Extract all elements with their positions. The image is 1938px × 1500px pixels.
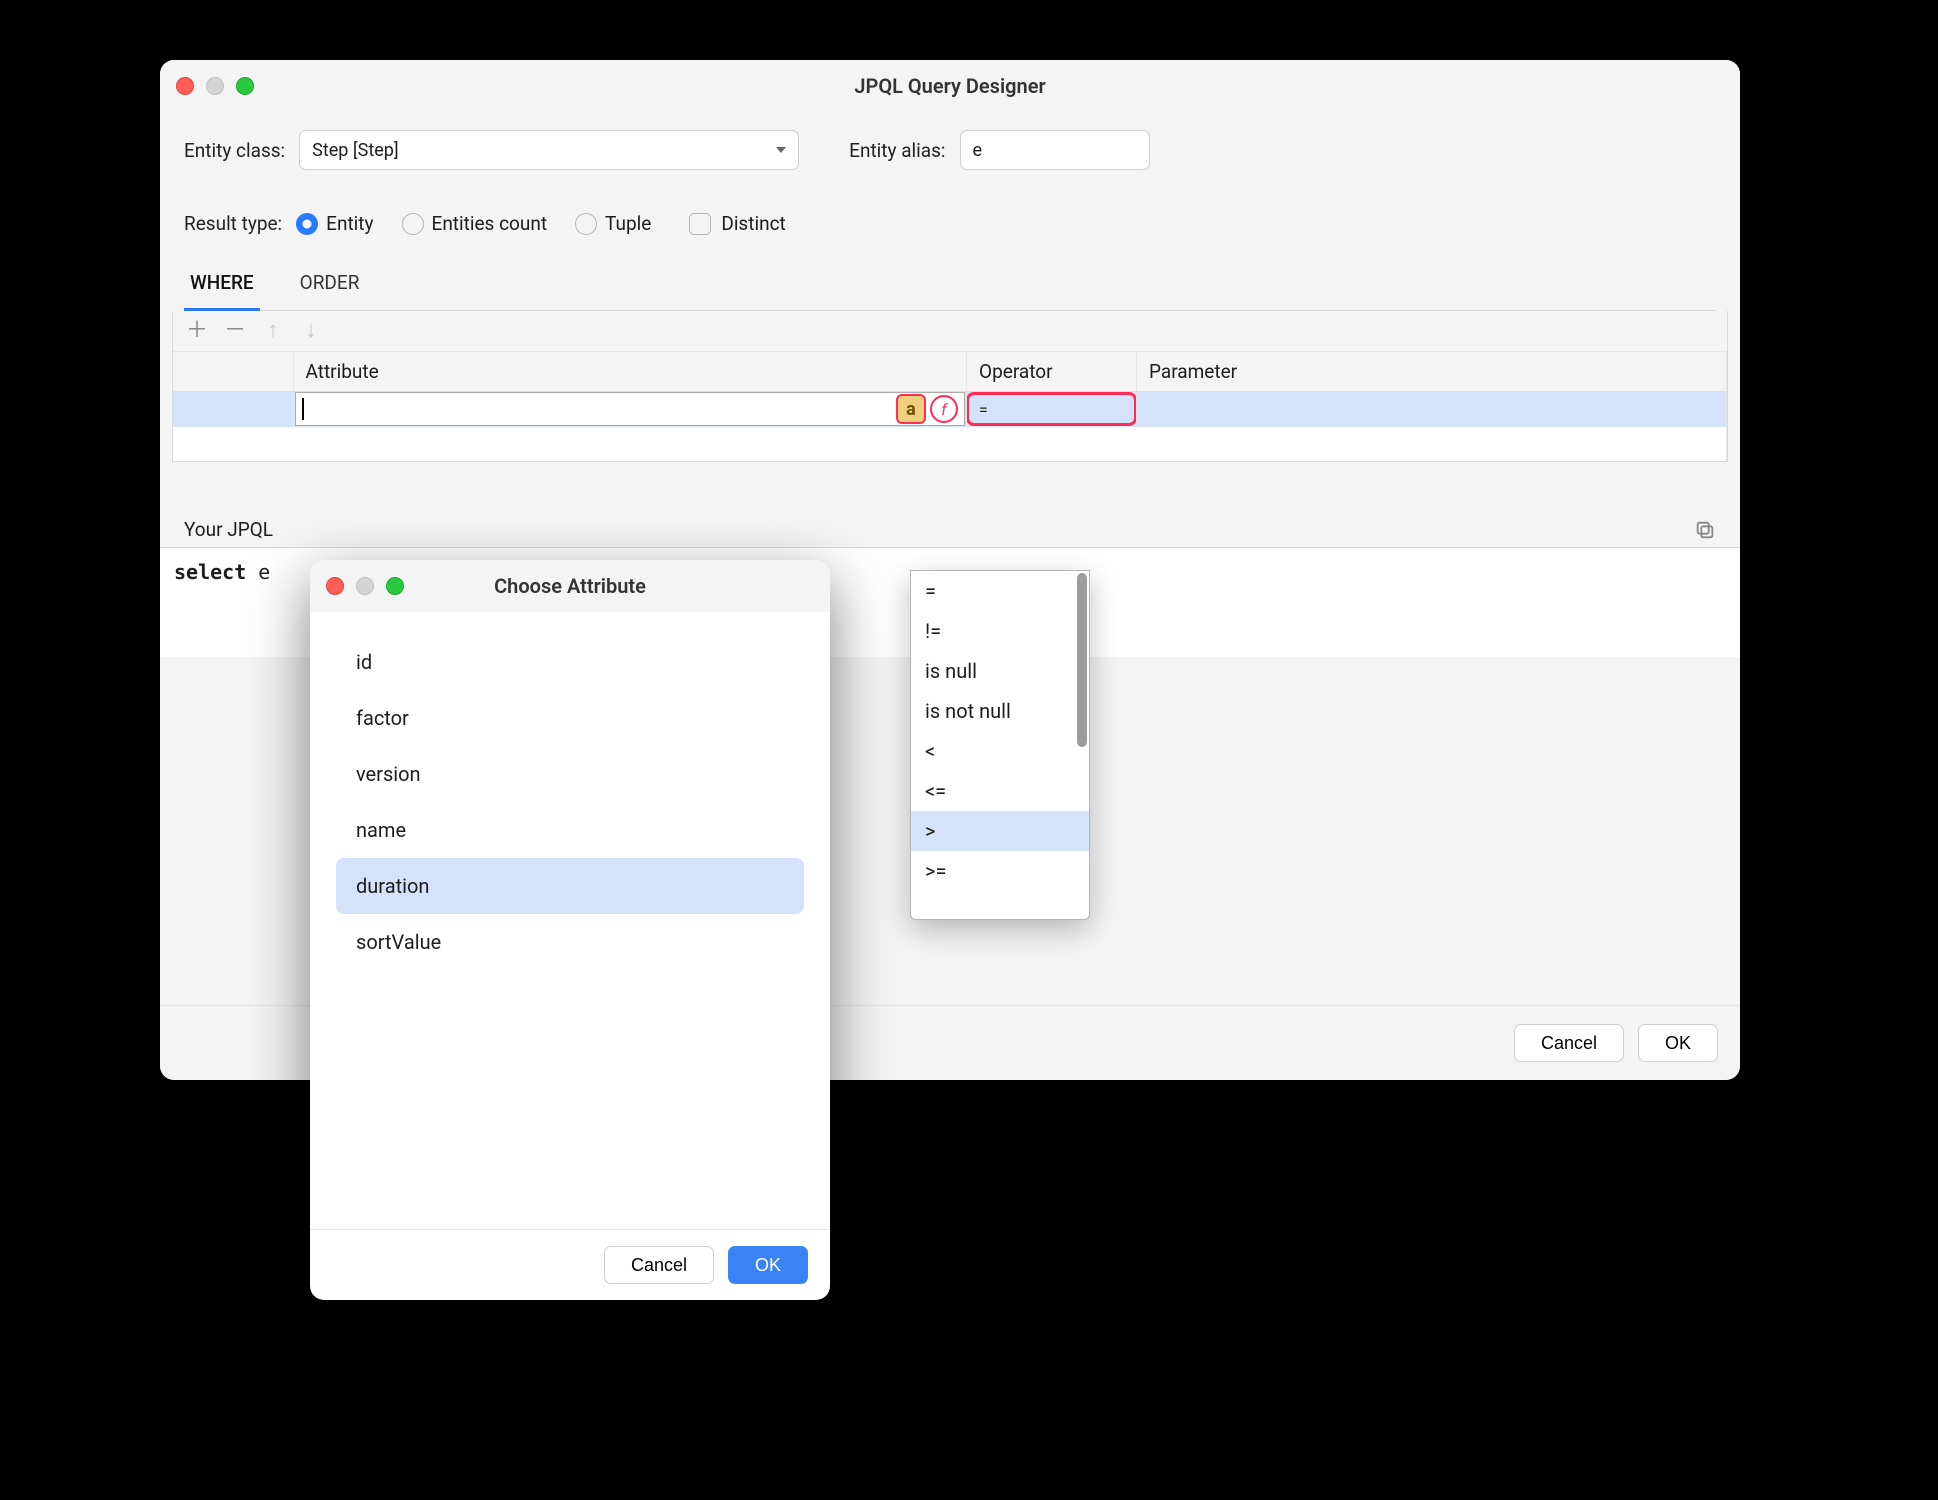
modal-zoom-button[interactable] xyxy=(386,577,404,595)
operator-value: = xyxy=(979,400,988,419)
operator-item[interactable]: = xyxy=(911,571,1089,611)
attribute-item[interactable]: id xyxy=(336,634,804,690)
radio-dot-icon xyxy=(575,213,597,235)
ok-button[interactable]: OK xyxy=(1638,1024,1718,1062)
operator-item[interactable]: < xyxy=(911,731,1089,771)
operator-dropdown[interactable]: =!=is nullis not null<<=>>= xyxy=(910,570,1090,920)
jpql-rest: e xyxy=(246,560,270,584)
distinct-label: Distinct xyxy=(721,212,785,235)
chevron-down-icon xyxy=(776,147,786,153)
main-titlebar: JPQL Query Designer xyxy=(160,60,1740,112)
entity-alias-input[interactable]: e xyxy=(960,130,1150,170)
radio-tuple[interactable]: Tuple xyxy=(575,212,651,235)
tab-where[interactable]: WHERE xyxy=(184,257,260,311)
attribute-item[interactable]: version xyxy=(336,746,804,802)
jpql-select-keyword: select xyxy=(174,560,246,584)
column-operator: Operator xyxy=(967,352,1137,391)
radio-tuple-label: Tuple xyxy=(605,212,651,235)
modal-minimize-button[interactable] xyxy=(356,577,374,595)
attribute-badge[interactable]: a xyxy=(896,394,926,424)
choose-attribute-window: Choose Attribute idfactorversionnamedura… xyxy=(310,560,830,1300)
entity-alias-value: e xyxy=(973,140,983,161)
entity-alias-label: Entity alias: xyxy=(849,139,945,162)
cancel-button[interactable]: Cancel xyxy=(1514,1024,1624,1062)
modal-footer: Cancel OK xyxy=(310,1229,830,1300)
function-badge[interactable]: f xyxy=(930,395,958,423)
criteria-panel: ＋ － ↑ ↓ Attribute Operator Parameter xyxy=(172,311,1728,462)
operator-item[interactable]: <= xyxy=(911,771,1089,811)
operator-item[interactable]: is not null xyxy=(911,691,1089,731)
radio-dot-icon xyxy=(296,213,318,235)
checkbox-box-icon xyxy=(689,213,711,235)
attribute-item[interactable]: name xyxy=(336,802,804,858)
main-window-title: JPQL Query Designer xyxy=(160,74,1740,98)
text-caret xyxy=(302,398,304,420)
arrow-down-icon[interactable]: ↓ xyxy=(301,321,321,341)
operator-cell[interactable]: = xyxy=(966,392,1137,426)
zoom-window-button[interactable] xyxy=(236,77,254,95)
modal-body: idfactorversionnamedurationsortValue xyxy=(310,612,830,1229)
criteria-tabs: WHERE ORDER xyxy=(184,257,1716,311)
attribute-cell[interactable]: a f xyxy=(295,392,966,426)
criteria-table: Attribute Operator Parameter a f xyxy=(173,352,1727,461)
distinct-checkbox[interactable]: Distinct xyxy=(689,212,785,235)
jpql-label: Your JPQL xyxy=(184,518,273,541)
modal-traffic-lights xyxy=(326,577,404,595)
empty-rows xyxy=(173,427,1727,461)
main-traffic-lights xyxy=(176,77,254,95)
close-window-button[interactable] xyxy=(176,77,194,95)
modal-ok-button[interactable]: OK xyxy=(728,1246,808,1284)
column-attribute: Attribute xyxy=(293,352,967,391)
modal-titlebar: Choose Attribute xyxy=(310,560,830,612)
attribute-item[interactable]: sortValue xyxy=(336,914,804,970)
plus-icon[interactable]: ＋ xyxy=(187,321,207,341)
radio-count-label: Entities count xyxy=(432,212,548,235)
criteria-row[interactable]: a f = xyxy=(173,391,1727,427)
attribute-item[interactable]: factor xyxy=(336,690,804,746)
copy-icon[interactable] xyxy=(1694,519,1716,541)
modal-close-button[interactable] xyxy=(326,577,344,595)
radio-entity-label: Entity xyxy=(326,212,373,235)
operator-item[interactable]: != xyxy=(911,611,1089,651)
radio-entity[interactable]: Entity xyxy=(296,212,373,235)
minimize-window-button[interactable] xyxy=(206,77,224,95)
result-type-radio-group: Entity Entities count Tuple xyxy=(296,212,651,235)
criteria-toolbar: ＋ － ↑ ↓ xyxy=(173,311,1727,352)
operator-item[interactable]: > xyxy=(911,811,1089,851)
operator-item[interactable]: is null xyxy=(911,651,1089,691)
minus-icon[interactable]: － xyxy=(225,321,245,341)
column-parameter: Parameter xyxy=(1137,352,1727,391)
column-blank xyxy=(173,352,293,391)
entity-class-label: Entity class: xyxy=(184,139,285,162)
arrow-up-icon[interactable]: ↑ xyxy=(263,321,283,341)
result-type-label: Result type: xyxy=(184,212,282,235)
radio-entities-count[interactable]: Entities count xyxy=(402,212,548,235)
operator-item[interactable]: >= xyxy=(911,851,1089,891)
entity-class-value: Step [Step] xyxy=(312,140,398,161)
attribute-item[interactable]: duration xyxy=(336,858,804,914)
tab-order[interactable]: ORDER xyxy=(294,257,366,311)
radio-dot-icon xyxy=(402,213,424,235)
attribute-list: idfactorversionnamedurationsortValue xyxy=(336,634,804,970)
scrollbar[interactable] xyxy=(1077,573,1087,747)
modal-cancel-button[interactable]: Cancel xyxy=(604,1246,714,1284)
entity-class-select[interactable]: Step [Step] xyxy=(299,130,799,170)
